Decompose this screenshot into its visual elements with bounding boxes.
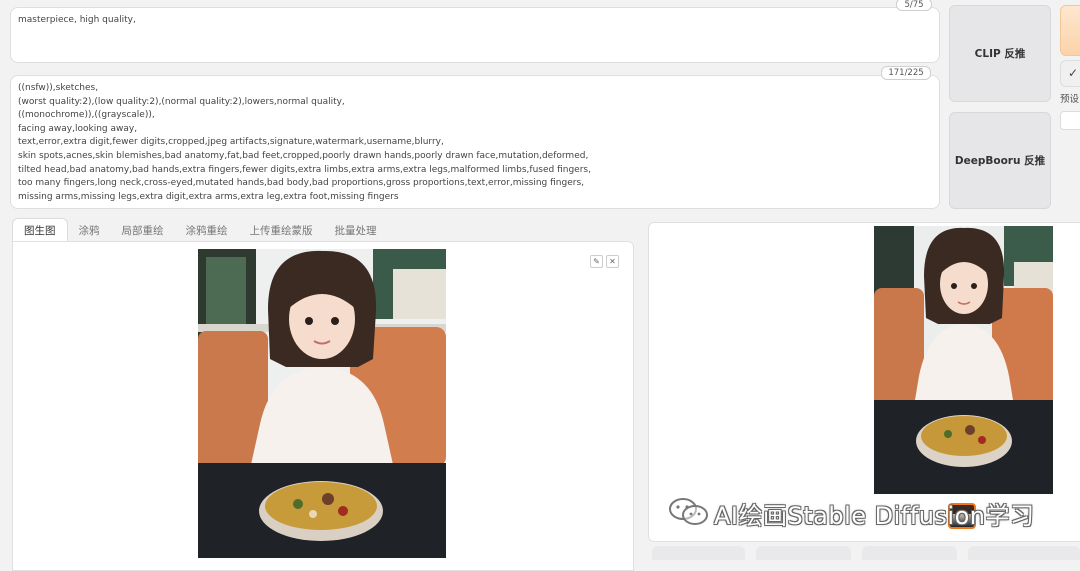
watermark-text: AI绘画Stable Diffusion学习 [714, 502, 1035, 530]
check-icon: ✓ [1068, 66, 1079, 80]
input-image [198, 249, 446, 558]
pencil-icon[interactable]: ✎ [590, 255, 603, 268]
generate-button[interactable] [1060, 5, 1080, 56]
tab-inpaint-sketch[interactable]: 涂鸦重绘 [175, 219, 239, 243]
preset-dropdown[interactable] [1060, 111, 1080, 130]
preset-label: 预设 [1060, 94, 1080, 105]
deepbooru-interrogate-button[interactable]: DeepBooru 反推 [949, 112, 1051, 209]
close-icon[interactable]: ✕ [606, 255, 619, 268]
negative-prompt-token-counter: 171/225 [881, 66, 931, 80]
clip-interrogate-button[interactable]: CLIP 反推 [949, 5, 1051, 102]
negative-prompt-textarea[interactable]: ((nsfw)),sketches, (worst quality:2),(lo… [10, 75, 940, 209]
img2img-tabs: 图生图 涂鸦 局部重绘 涂鸦重绘 上传重绘蒙版 批量处理 [12, 217, 388, 243]
tab-batch[interactable]: 批量处理 [324, 219, 388, 243]
tab-sketch[interactable]: 涂鸦 [68, 219, 111, 243]
prompt-token-counter: 5/75 [896, 0, 932, 11]
tab-inpaint-upload[interactable]: 上传重绘蒙版 [239, 219, 324, 243]
output-image[interactable] [874, 226, 1053, 494]
apply-styles-button[interactable]: ✓ [1060, 60, 1080, 87]
prompt-textarea[interactable]: masterpiece, high quality, [10, 7, 940, 63]
tab-img2img[interactable]: 图生图 [12, 218, 68, 243]
tab-inpaint[interactable]: 局部重绘 [111, 219, 175, 243]
wechat-icon [669, 498, 708, 525]
